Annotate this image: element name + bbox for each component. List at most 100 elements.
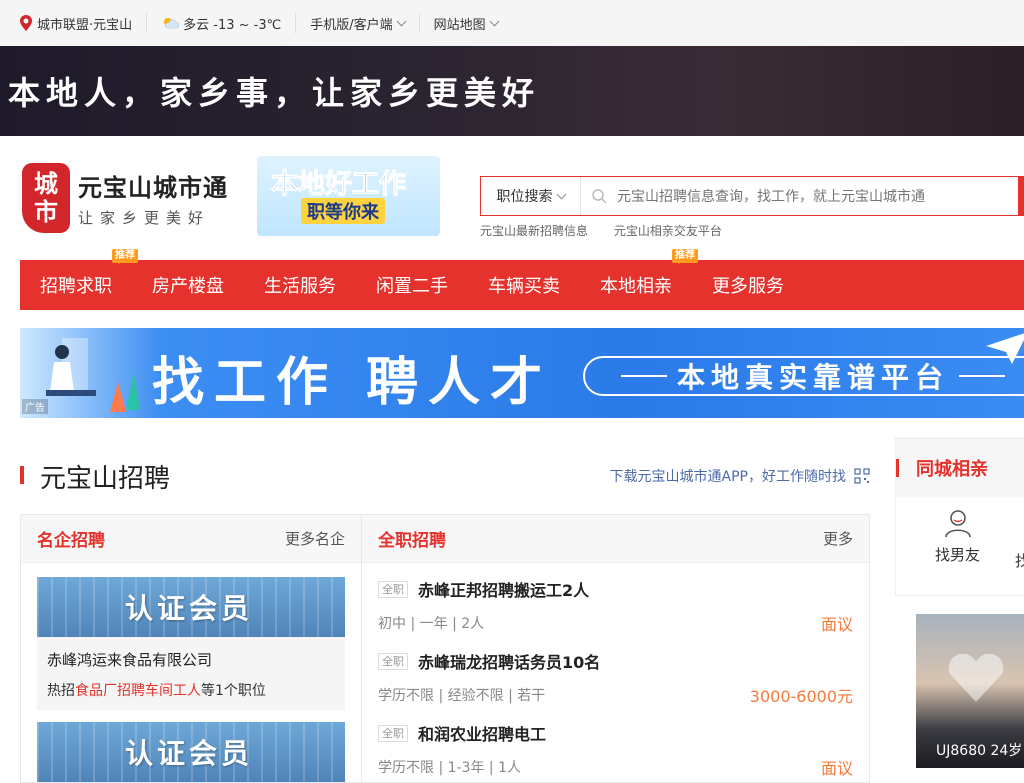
- search-input[interactable]: [617, 177, 1024, 215]
- second-dating-link[interactable]: 找: [1015, 550, 1024, 571]
- download-text: 下载元宝山城市通APP，好工作随时找: [609, 469, 846, 485]
- company-desc: 热招食品厂招聘车间工人等1个职位: [37, 676, 345, 710]
- nav-item-secondhand[interactable]: 闲置二手: [376, 260, 448, 310]
- logo-seal-top: 城: [34, 169, 58, 198]
- famous-company-column: 名企招聘 更多名企 认证会员 赤峰鸿运来食品有限公司 热招食品厂招聘车间工人等1…: [21, 515, 362, 782]
- city-name: 城市联盟·元宝山: [37, 17, 133, 33]
- nav-item-services[interactable]: 生活服务: [264, 260, 336, 310]
- job-salary: 面议: [820, 759, 853, 778]
- nav-label: 招聘求职: [40, 276, 112, 297]
- job-meta: 初中 | 一年 | 2人: [378, 616, 485, 632]
- section-title: 元宝山招聘: [40, 462, 171, 493]
- ad-banner[interactable]: 找工作 聘人才 本地真实靠谱平台 广告: [20, 328, 1024, 418]
- nav-item-dating[interactable]: 本地相亲 推荐: [600, 249, 698, 310]
- desc-post: 等1个职位: [201, 683, 266, 699]
- user-icon: [944, 510, 971, 538]
- logo-seal-bottom: 市: [34, 197, 58, 226]
- fulltime-head: 全职招聘 更多: [362, 515, 869, 563]
- job-title: 和润农业招聘电工: [418, 725, 547, 744]
- qr-code-icon: [854, 468, 870, 484]
- download-app-link[interactable]: 下载元宝山城市通APP，好工作随时找: [610, 466, 870, 486]
- job-badge-line2: 职等你来: [301, 198, 385, 224]
- ad-pill: 本地真实靠谱平台: [583, 356, 1024, 396]
- second-dating-label: 找: [1015, 552, 1024, 570]
- job-badge-line1: 本地好工作: [271, 169, 407, 201]
- paper-plane-icon: [986, 333, 1024, 364]
- job-item[interactable]: 全职 赤峰瑞龙招聘话务员10名 学历不限 | 经验不限 | 若干 3000-6000…: [362, 635, 869, 707]
- logo-title: 元宝山城市通: [78, 173, 228, 202]
- ad-label: 广告: [22, 399, 48, 414]
- hero-banner: 本地人，家乡事，让家乡更美好: [0, 46, 1024, 136]
- job-title: 赤峰正邦招聘搬运工2人: [418, 581, 590, 600]
- search-category-select[interactable]: 职位搜索: [481, 177, 581, 215]
- chevron-down-icon: [396, 16, 407, 26]
- fulltime-more-link[interactable]: 更多: [823, 528, 853, 549]
- fulltime-title: 全职招聘: [378, 531, 446, 551]
- nav-label: 生活服务: [264, 276, 336, 297]
- hot-link[interactable]: 元宝山相亲交友平台: [614, 224, 722, 238]
- certified-banner: 认证会员: [37, 722, 345, 782]
- profile-caption: UJ8680 24岁: [936, 743, 1023, 759]
- mobile-link[interactable]: 手机版/客户端: [296, 13, 420, 33]
- job-item[interactable]: 全职 和润农业招聘电工 学历不限 | 1-3年 | 1人 面议: [362, 707, 869, 779]
- section-header: 元宝山招聘 下载元宝山城市通APP，好工作随时找: [20, 438, 870, 514]
- nav-item-vehicles[interactable]: 车辆买卖: [488, 260, 560, 310]
- mobile-label: 手机版/客户端: [310, 17, 393, 33]
- nav-label: 房产楼盘: [152, 276, 224, 297]
- profile-photo[interactable]: UJ8680 24岁: [916, 614, 1024, 768]
- main-nav: 招聘求职 推荐 房产楼盘 生活服务 闲置二手 车辆买卖 本地相亲 推荐 更多服务: [20, 249, 1024, 310]
- search-button[interactable]: [1018, 176, 1024, 216]
- nav-item-housing[interactable]: 房产楼盘: [152, 260, 224, 310]
- certified-text: 认证会员: [125, 737, 254, 770]
- job-title: 赤峰瑞龙招聘话务员10名: [418, 653, 601, 672]
- certified-text: 认证会员: [125, 592, 254, 625]
- famous-title: 名企招聘: [37, 531, 105, 551]
- city-logo-icon: [20, 15, 32, 31]
- fulltime-column: 全职招聘 更多 全职 赤峰正邦招聘搬运工2人 初中 | 一年 | 2人 面议 全职赤…: [362, 515, 869, 782]
- logo-seal: 城 市: [22, 163, 70, 233]
- search-category-label: 职位搜索: [496, 189, 553, 205]
- job-type-tag: 全职: [378, 580, 408, 598]
- nav-item-jobs[interactable]: 招聘求职 推荐: [40, 249, 138, 310]
- site-logo[interactable]: 城 市 元宝山城市通 让家乡更美好: [22, 163, 228, 233]
- chevron-down-icon: [556, 189, 566, 199]
- chevron-down-icon: [489, 16, 500, 26]
- desc-pre: 热招: [47, 683, 75, 699]
- find-boyfriend-label: 找男友: [935, 546, 981, 564]
- nav-label: 本地相亲: [600, 276, 672, 297]
- recommend-badge: 推荐: [672, 249, 698, 264]
- job-type-tag: 全职: [378, 724, 408, 742]
- logo-subtitle: 让家乡更美好: [78, 209, 211, 227]
- banner-slogan: 本地人，家乡事，让家乡更美好: [8, 74, 541, 112]
- recruitment-cards: 名企招聘 更多名企 认证会员 赤峰鸿运来食品有限公司 热招食品厂招聘车间工人等1…: [20, 514, 870, 783]
- recruitment-section: 元宝山招聘 下载元宝山城市通APP，好工作随时找 名企招聘 更多名企 认证会员 …: [20, 438, 870, 783]
- certified-banner: 认证会员: [37, 577, 345, 637]
- job-type-tag: 全职: [378, 652, 408, 670]
- dating-head: 同城相亲: [896, 439, 1024, 497]
- hot-links: 元宝山最新招聘信息 元宝山相亲交友平台: [480, 222, 744, 239]
- section-accent-bar: [20, 466, 24, 484]
- top-bar: 城市联盟·元宝山 多云 -13 ~ -3℃ 手机版/客户端 网站地图: [0, 0, 1024, 46]
- nav-item-more[interactable]: 更多服务: [712, 260, 784, 310]
- job-salary: 面议: [820, 615, 853, 634]
- nav-label: 车辆买卖: [488, 276, 560, 297]
- city-link[interactable]: 城市联盟·元宝山: [20, 13, 148, 33]
- weather-text: 多云 -13 ~ -3℃: [183, 17, 282, 33]
- header: 城 市 元宝山城市通 让家乡更美好 本地好工作 职等你来 职位搜索 元宝山最新招…: [0, 136, 1024, 260]
- job-promo-badge[interactable]: 本地好工作 职等你来: [257, 156, 440, 236]
- sitemap-link[interactable]: 网站地图: [420, 13, 512, 33]
- ad-headline: 找工作 聘人才: [152, 353, 553, 413]
- desc-highlight[interactable]: 食品厂招聘车间工人: [75, 683, 201, 699]
- sitemap-label: 网站地图: [433, 17, 486, 33]
- job-item[interactable]: 全职 赤峰正邦招聘搬运工2人 初中 | 一年 | 2人 面议: [362, 563, 869, 635]
- search-icon: [592, 189, 607, 204]
- recommend-badge: 推荐: [112, 249, 138, 264]
- company-card[interactable]: 认证会员: [37, 722, 345, 782]
- dating-title: 同城相亲: [916, 459, 988, 480]
- dating-box: 同城相亲 找男友 找: [895, 438, 1024, 596]
- famous-more-link[interactable]: 更多名企: [285, 528, 345, 549]
- company-card[interactable]: 认证会员 赤峰鸿运来食品有限公司 热招食品厂招聘车间工人等1个职位: [37, 577, 345, 710]
- find-boyfriend-link[interactable]: 找男友: [935, 508, 980, 565]
- heart-icon: [948, 654, 1004, 702]
- hot-link[interactable]: 元宝山最新招聘信息: [480, 224, 588, 238]
